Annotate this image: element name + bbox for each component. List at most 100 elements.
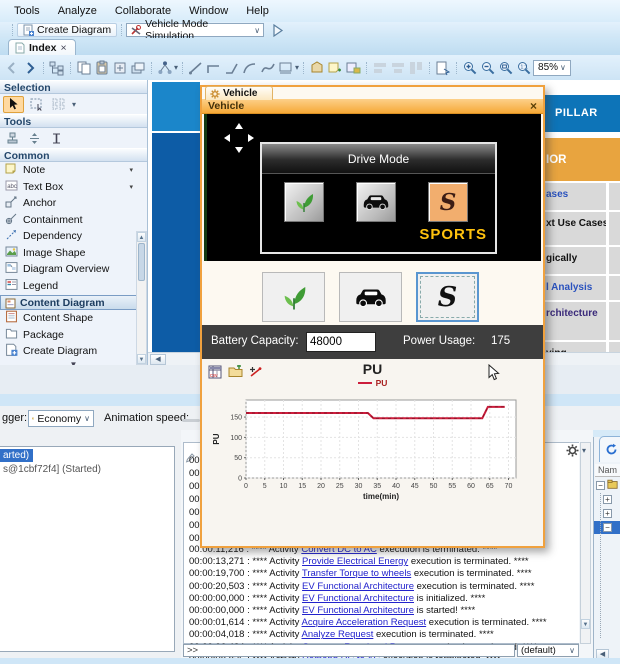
collapse-icon[interactable]: −	[603, 523, 612, 532]
session-item[interactable]: s@1cbf72f4] (Started)	[0, 462, 174, 475]
vehicle-dialog-tab[interactable]: Vehicle	[205, 86, 273, 100]
chevron-down-icon[interactable]: ▾	[174, 63, 178, 72]
activity-link[interactable]: Acquire Acceleration Request	[302, 617, 427, 628]
palette-item-content-shape[interactable]: Content Shape	[0, 310, 147, 327]
animation-speed-slider[interactable]	[182, 419, 200, 422]
multi-select-button[interactable]	[50, 95, 68, 113]
scroll-left-icon[interactable]: ◀	[150, 354, 166, 365]
palette-item-package[interactable]: Package	[0, 327, 147, 344]
dialog-title-bar[interactable]: Vehicle ×	[202, 99, 543, 114]
expand-icon[interactable]: +	[603, 495, 612, 504]
chevron-down-icon[interactable]: ▾	[129, 166, 133, 174]
console-scrollbar[interactable]: ▼	[580, 442, 591, 644]
path-rectilinear-icon[interactable]	[205, 59, 223, 77]
activity-link[interactable]: EV Functional Architecture	[302, 605, 414, 616]
menu-collaborate[interactable]: Collaborate	[107, 3, 179, 19]
path-curved-icon[interactable]	[241, 59, 259, 77]
scroll-down-icon[interactable]: ▼	[581, 619, 590, 629]
layers-icon[interactable]	[129, 59, 147, 77]
align-icon-2[interactable]	[389, 59, 407, 77]
session-item-selected[interactable]: arted)	[0, 449, 33, 462]
path-bent-icon[interactable]	[223, 59, 241, 77]
scroll-up-icon[interactable]: ▲	[137, 232, 146, 242]
normal-mode-button[interactable]	[339, 272, 402, 322]
forward-icon[interactable]	[21, 59, 39, 77]
sticky-tool-icon[interactable]	[3, 129, 21, 147]
palette-item-legend[interactable]: Legend	[0, 278, 147, 295]
add-series-icon[interactable]	[249, 365, 263, 378]
export-image-icon[interactable]	[228, 365, 243, 378]
palette-item-diagram-overview[interactable]: Diagram Overview	[0, 261, 147, 278]
zoom-1-1-icon[interactable]: 1:1	[515, 59, 533, 77]
palette-item-image-shape[interactable]: Image Shape	[0, 245, 147, 262]
expand-icon[interactable]: +	[603, 509, 612, 518]
palette-item-containment[interactable]: Containment	[0, 212, 147, 229]
paste-icon[interactable]	[93, 59, 111, 77]
chevron-down-icon[interactable]: ▾	[295, 63, 299, 72]
tree-row[interactable]: +	[594, 493, 620, 506]
path-style-icon[interactable]	[277, 59, 295, 77]
tree-row[interactable]: −	[594, 479, 620, 492]
eco-mode-button[interactable]	[262, 272, 325, 322]
export-csv-icon[interactable]: csv	[208, 365, 222, 379]
show-diagram-info-icon[interactable]	[434, 59, 452, 77]
activity-link[interactable]: EV Functional Architecture	[302, 593, 414, 604]
align-icon-1[interactable]	[371, 59, 389, 77]
activity-link[interactable]: EV Functional Architecture	[302, 581, 414, 592]
path-oblique-icon[interactable]	[187, 59, 205, 77]
copy-icon[interactable]	[75, 59, 93, 77]
palette-section-common[interactable]: Common	[0, 148, 147, 162]
palette-section-tools[interactable]: Tools	[0, 114, 147, 128]
back-icon[interactable]	[3, 59, 21, 77]
palette-item-anchor[interactable]: Anchor	[0, 195, 147, 212]
activity-link[interactable]: Analyze Request	[302, 629, 374, 640]
palette-section-selection[interactable]: Selection	[0, 80, 147, 94]
tree-row[interactable]: −	[594, 521, 620, 534]
battery-capacity-input[interactable]	[306, 332, 376, 352]
close-tab-icon[interactable]: ×	[60, 42, 66, 54]
anchor-tool-icon[interactable]	[47, 129, 65, 147]
shape-icon[interactable]	[308, 59, 326, 77]
sports-mode-button[interactable]: S	[416, 272, 479, 322]
sports-mode-indicator[interactable]: S	[428, 182, 468, 222]
create-diagram-button[interactable]: Create Diagram	[17, 23, 117, 37]
zoom-fit-icon[interactable]	[497, 59, 515, 77]
collapse-icon[interactable]: −	[596, 481, 605, 490]
note-add-icon[interactable]	[326, 59, 344, 77]
menu-analyze[interactable]: Analyze	[50, 3, 105, 19]
palette-item-dependency[interactable]: Dependency	[0, 228, 147, 245]
select-tool-button[interactable]	[3, 96, 24, 113]
sessions-list[interactable]: arted) s@1cbf72f4] (Started)	[0, 446, 175, 652]
activity-link[interactable]: Provide Electrical Energy	[302, 556, 408, 567]
zoom-level-combo[interactable]: 85%∨	[533, 60, 571, 76]
palette-item-text-box[interactable]: abcText Box▾	[0, 179, 147, 196]
eco-mode-indicator[interactable]	[284, 182, 324, 222]
trigger-combo[interactable]: Economy ∨	[28, 410, 94, 427]
tree-name-column-header[interactable]: Nam	[595, 464, 620, 477]
tab-index[interactable]: Index ×	[8, 39, 76, 55]
path-spline-icon[interactable]	[259, 59, 277, 77]
console-scope-combo[interactable]: (default) ∨	[517, 644, 579, 657]
menu-help[interactable]: Help	[238, 3, 277, 19]
palette-section-content-diagram[interactable]: Content Diagram	[0, 295, 147, 310]
scrollbar-thumb[interactable]	[138, 243, 145, 281]
zoom-in-icon[interactable]	[461, 59, 479, 77]
palette-item-constraint[interactable]: {}Constraint	[0, 294, 147, 295]
marquee-select-button[interactable]	[28, 95, 46, 113]
run-simulation-button[interactable]	[269, 21, 287, 39]
palette-item-create-diagram[interactable]: Create Diagram	[0, 343, 147, 360]
chevron-down-icon[interactable]: ▾	[129, 183, 133, 191]
menu-tools[interactable]: Tools	[6, 3, 48, 19]
quick-layout-icon[interactable]	[156, 59, 174, 77]
activity-link[interactable]: Transfer Torque to wheels	[302, 568, 411, 579]
move-handle-icon[interactable]	[222, 121, 256, 155]
chevron-down-icon[interactable]: ▾	[72, 100, 76, 109]
palette-item-note[interactable]: Note▾	[0, 162, 147, 179]
normal-mode-indicator[interactable]	[356, 182, 396, 222]
align-icon-3[interactable]	[407, 59, 425, 77]
tree-row[interactable]: +	[594, 507, 620, 520]
console-command-input[interactable]	[183, 644, 515, 657]
zoom-out-icon[interactable]	[479, 59, 497, 77]
containment-tree-icon[interactable]	[48, 59, 66, 77]
console-settings[interactable]: ▾	[566, 444, 586, 457]
